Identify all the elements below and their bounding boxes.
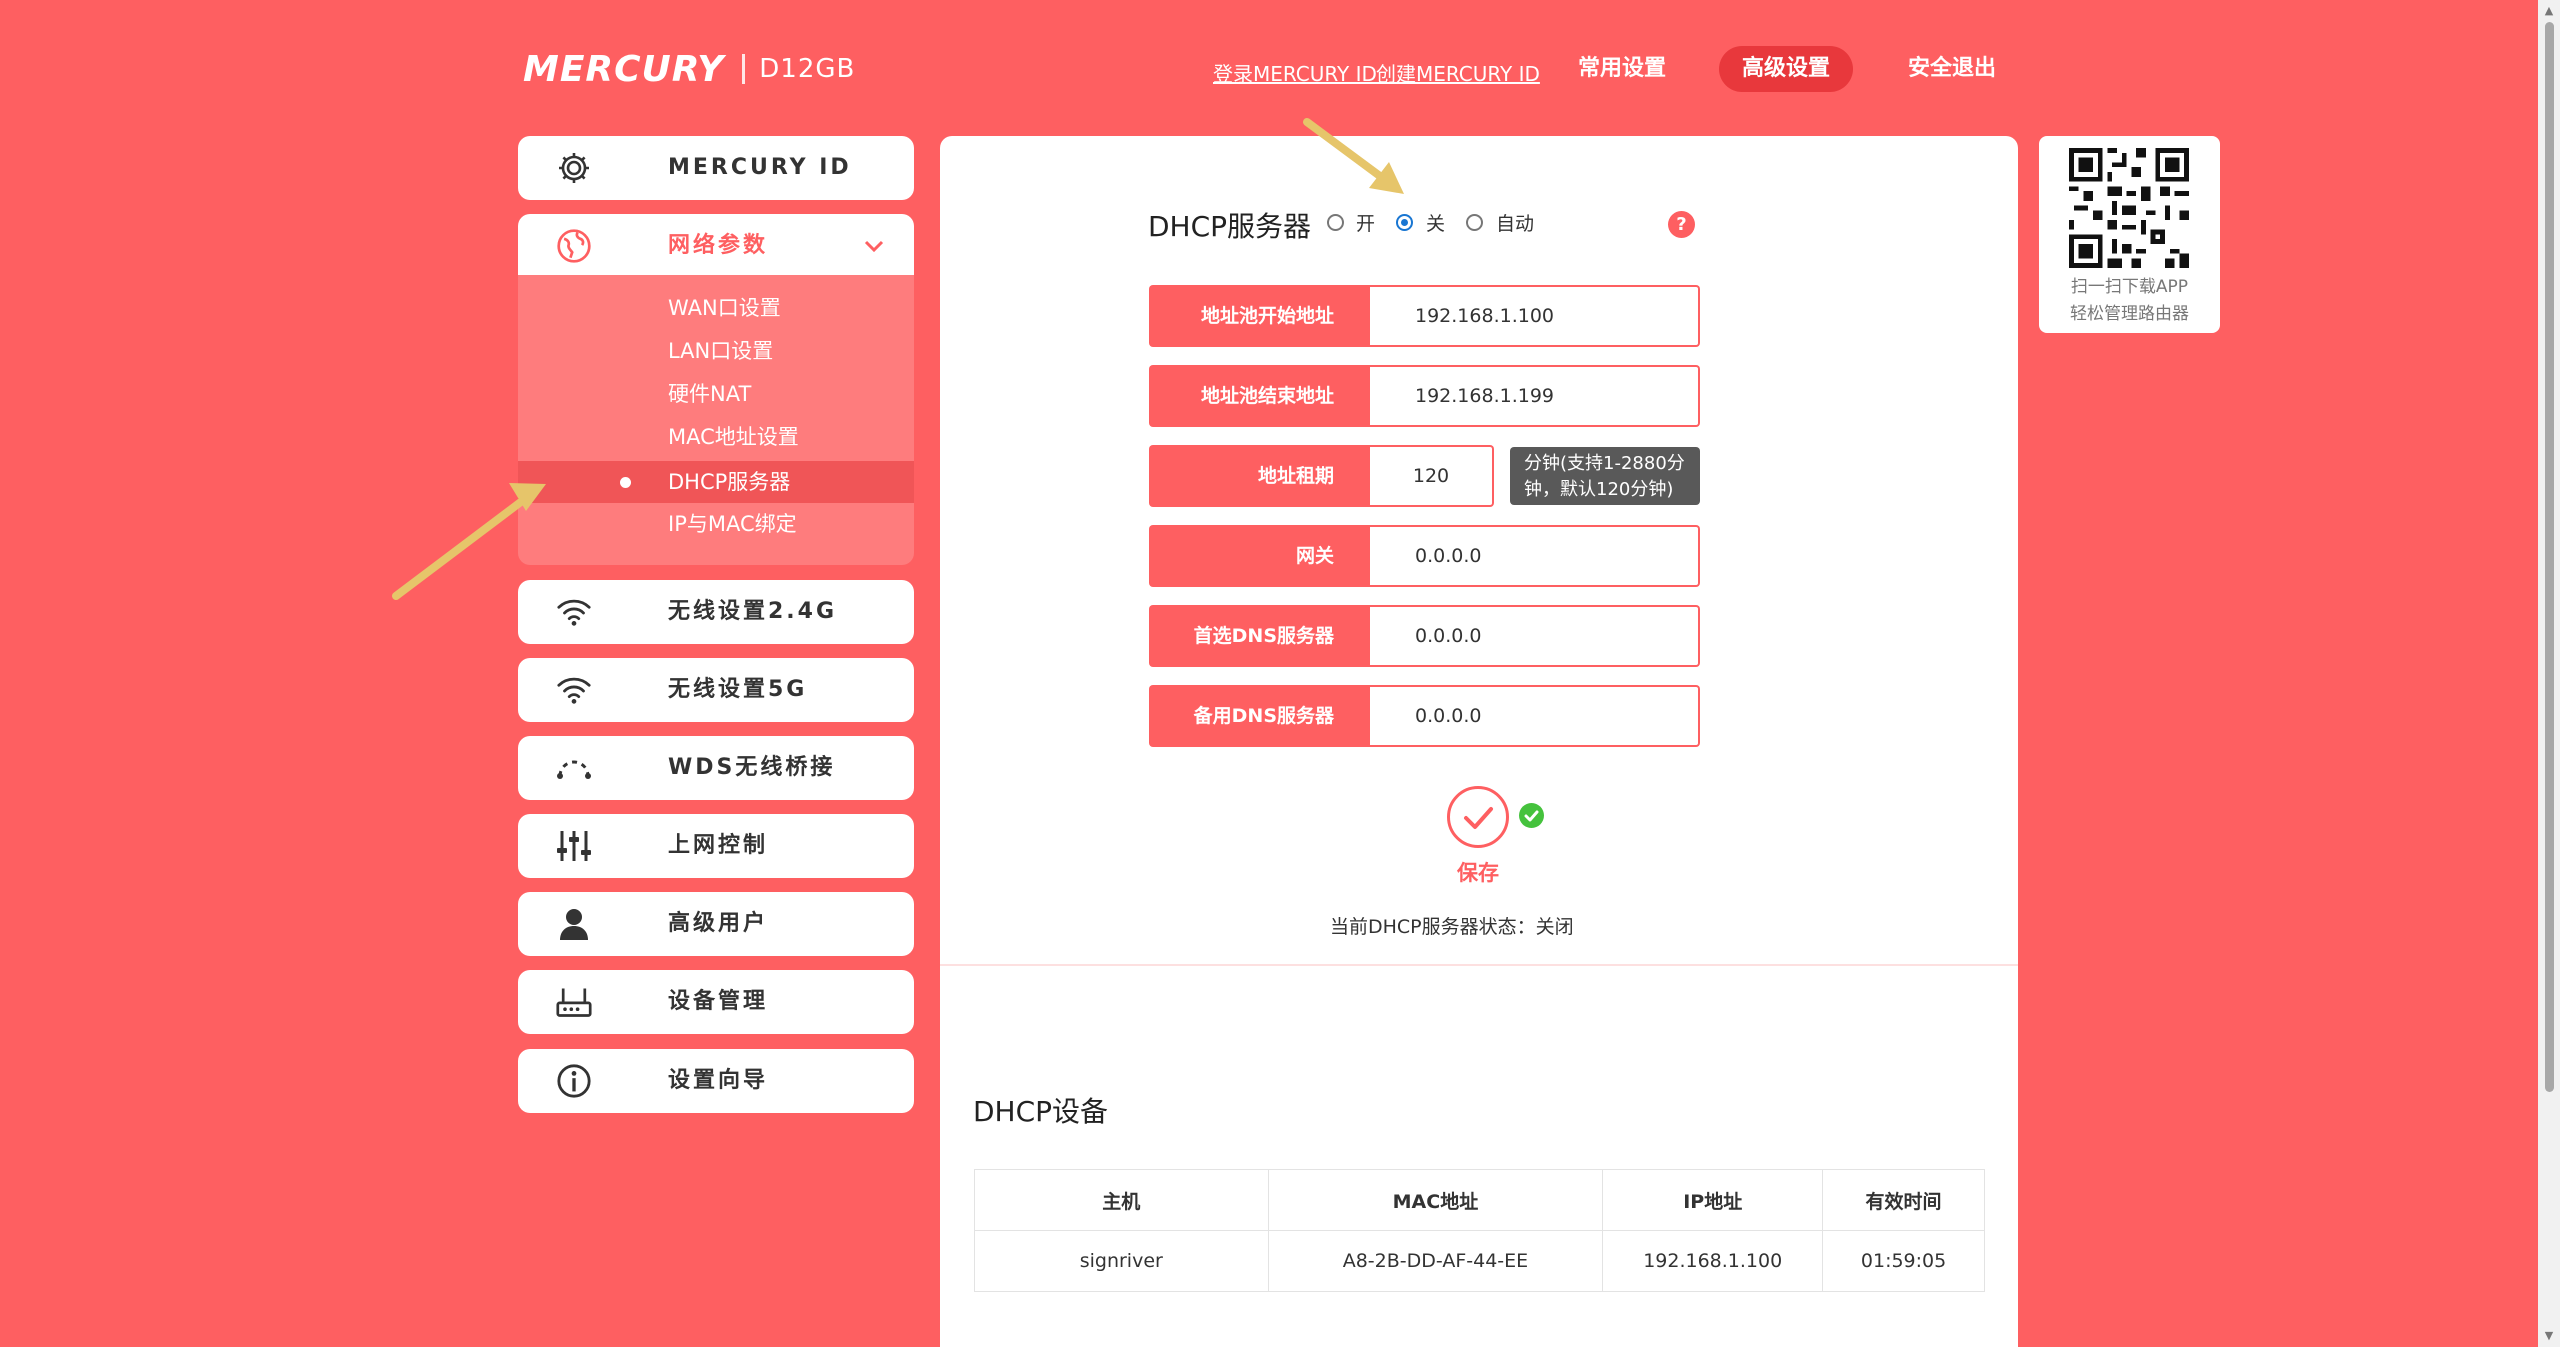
scroll-up-arrow-icon[interactable]: ▲ <box>2542 4 2556 18</box>
arrow-to-dhcp-menu <box>392 488 538 600</box>
scrollbar-thumb[interactable] <box>2545 22 2554 1092</box>
scroll-down-arrow-icon[interactable]: ▼ <box>2542 1329 2556 1343</box>
annotation-arrows <box>392 118 1404 600</box>
